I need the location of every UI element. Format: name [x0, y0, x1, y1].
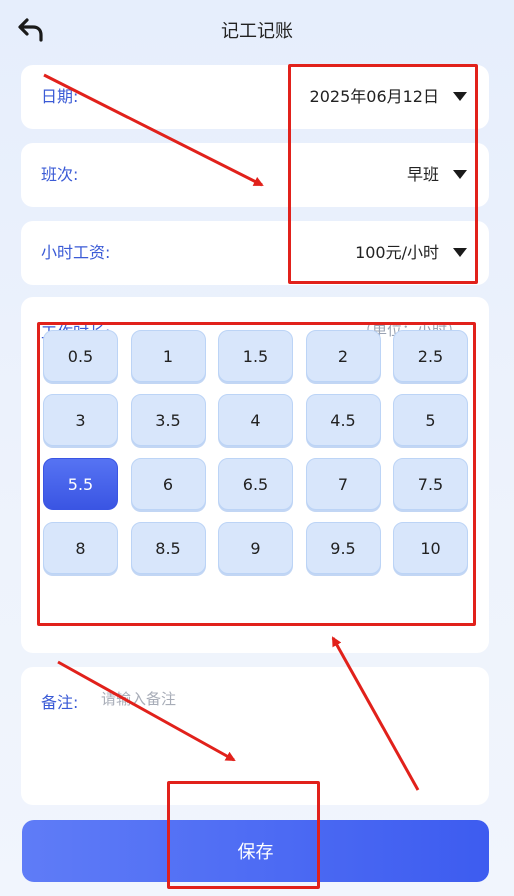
date-value[interactable]: 2025年06月12日	[310, 65, 439, 129]
hour-option[interactable]: 4	[218, 394, 293, 446]
hour-option[interactable]: 9.5	[305, 522, 381, 574]
wage-value[interactable]: 100元/小时	[355, 221, 439, 285]
hour-option[interactable]: 2	[305, 330, 381, 382]
hour-options-grid: 0.5 1 1.5 2 2.5 3 3.5 4 4.5 5 5.5 6 6.5 7 7.5 8 8.5 9 9.5 1…	[43, 330, 469, 588]
hour-option[interactable]: 6.5	[218, 458, 293, 510]
wage-row[interactable]: 小时工资: 100元/小时	[21, 221, 489, 285]
hour-option[interactable]: 10	[393, 522, 468, 574]
hour-option[interactable]: 7	[305, 458, 381, 510]
shift-row[interactable]: 班次: 早班	[21, 143, 489, 207]
hour-option[interactable]: 7.5	[393, 458, 468, 510]
hour-option[interactable]: 8.5	[130, 522, 206, 574]
dropdown-caret-icon[interactable]	[453, 248, 467, 257]
header-bar: 记工记账	[0, 0, 514, 60]
wage-label: 小时工资:	[41, 243, 111, 262]
note-card: 备注:	[21, 667, 489, 805]
hour-option[interactable]: 0.5	[43, 330, 118, 382]
hour-option[interactable]: 3.5	[130, 394, 206, 446]
note-label: 备注:	[41, 693, 79, 712]
hour-option[interactable]: 1.5	[218, 330, 293, 382]
dropdown-caret-icon[interactable]	[453, 92, 467, 101]
shift-value[interactable]: 早班	[407, 143, 439, 207]
date-label: 日期:	[41, 87, 79, 106]
hour-option[interactable]: 4.5	[305, 394, 381, 446]
hour-option[interactable]: 3	[43, 394, 118, 446]
hour-option[interactable]: 9	[218, 522, 293, 574]
hour-option[interactable]: 2.5	[393, 330, 468, 382]
hour-option[interactable]: 5	[393, 394, 468, 446]
hour-option-selected[interactable]: 5.5	[43, 458, 118, 510]
work-hours-card: 工作时长: （单位：小时） 0.511.522.533.544.555.566.…	[21, 297, 489, 653]
note-input[interactable]	[101, 685, 461, 713]
page: 记工记账 日期: 2025年06月12日 班次: 早班 小时工资: 100元/小…	[0, 0, 514, 896]
hour-option[interactable]: 1	[130, 330, 206, 382]
hour-option[interactable]: 6	[130, 458, 206, 510]
page-title: 记工记账	[221, 21, 293, 42]
hour-option[interactable]: 8	[43, 522, 118, 574]
date-row[interactable]: 日期: 2025年06月12日	[21, 65, 489, 129]
dropdown-caret-icon[interactable]	[453, 170, 467, 179]
save-button[interactable]: 保存	[22, 820, 489, 882]
shift-label: 班次:	[41, 165, 79, 184]
